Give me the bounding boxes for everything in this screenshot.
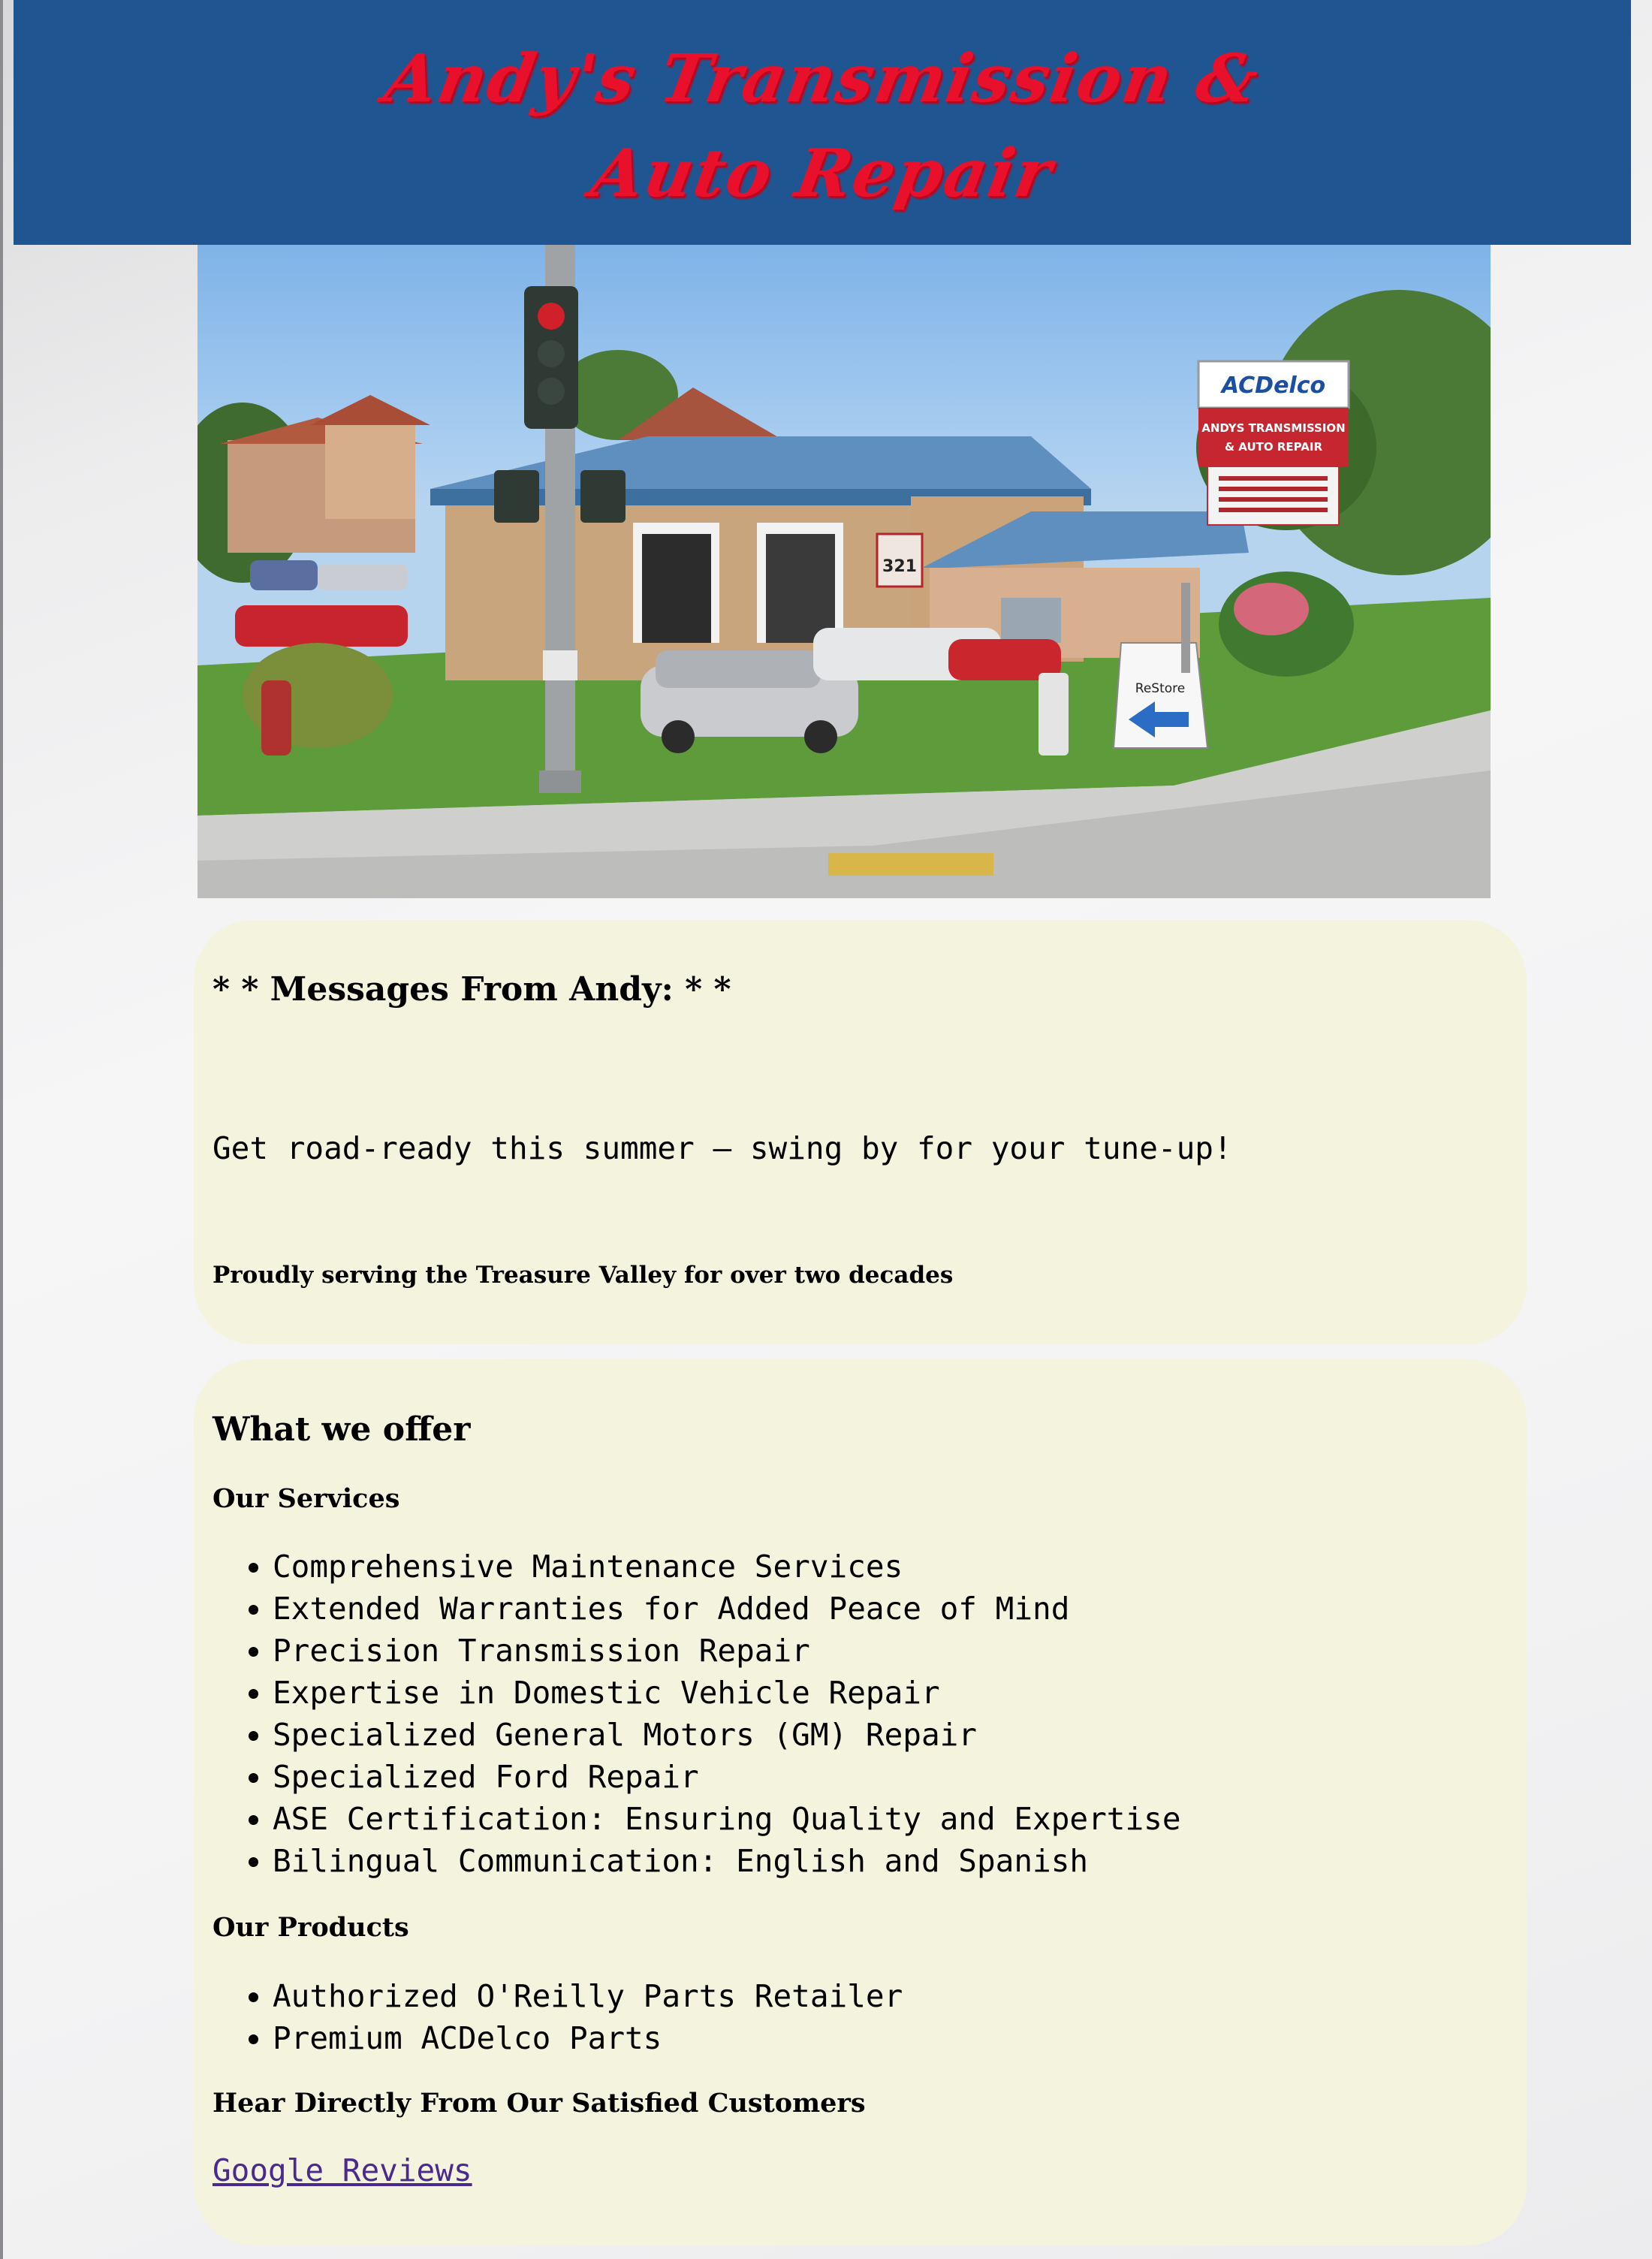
google-reviews-link[interactable]: Google Reviews: [213, 2152, 472, 2188]
sign-name-line-1: ANDYS TRANSMISSION: [1201, 421, 1345, 435]
services-list: Comprehensive Maintenance Services Exten…: [213, 1546, 1181, 1882]
list-item: Bilingual Communication: English and Spa…: [273, 1840, 1181, 1882]
list-item: Authorized O'Reilly Parts Retailer: [273, 1975, 903, 2017]
site-title-line-1: Andy's Transmission &: [378, 39, 1266, 117]
messages-heading: * * Messages From Andy: * *: [213, 970, 731, 1009]
services-heading: Our Services: [213, 1483, 400, 1514]
list-item: Precision Transmission Repair: [273, 1630, 1181, 1672]
list-item: Comprehensive Maintenance Services: [273, 1546, 1181, 1588]
restore-sign-text: ReStore: [1135, 681, 1185, 696]
window-edge: [0, 0, 3, 2259]
products-heading: Our Products: [213, 1912, 409, 1943]
list-item: Extended Warranties for Added Peace of M…: [273, 1588, 1181, 1630]
list-item: Specialized General Motors (GM) Repair: [273, 1714, 1181, 1756]
list-item: Premium ACDelco Parts: [273, 2017, 903, 2059]
sign-name-line-2: & AUTO REPAIR: [1225, 440, 1322, 454]
site-title-line-2: Auto Repair: [585, 134, 1060, 212]
address-number: 321: [882, 557, 917, 576]
list-item: ASE Certification: Ensuring Quality and …: [273, 1798, 1181, 1840]
reviews-heading: Hear Directly From Our Satisfied Custome…: [213, 2088, 866, 2119]
list-item: Expertise in Domestic Vehicle Repair: [273, 1672, 1181, 1714]
shop-photo: 321 ReStore ACDelco ANDYS TRANSMISSION &…: [197, 245, 1491, 898]
offer-heading: What we offer: [213, 1410, 471, 1449]
acdelco-logo: ACDelco: [1220, 372, 1325, 399]
tagline: Proudly serving the Treasure Valley for …: [213, 1262, 954, 1289]
message-text: Get road-ready this summer – swing by fo…: [213, 1130, 1232, 1166]
list-item: Specialized Ford Repair: [273, 1756, 1181, 1798]
products-list: Authorized O'Reilly Parts Retailer Premi…: [213, 1975, 903, 2059]
site-header: Andy's Transmission & Auto Repair: [14, 0, 1631, 245]
